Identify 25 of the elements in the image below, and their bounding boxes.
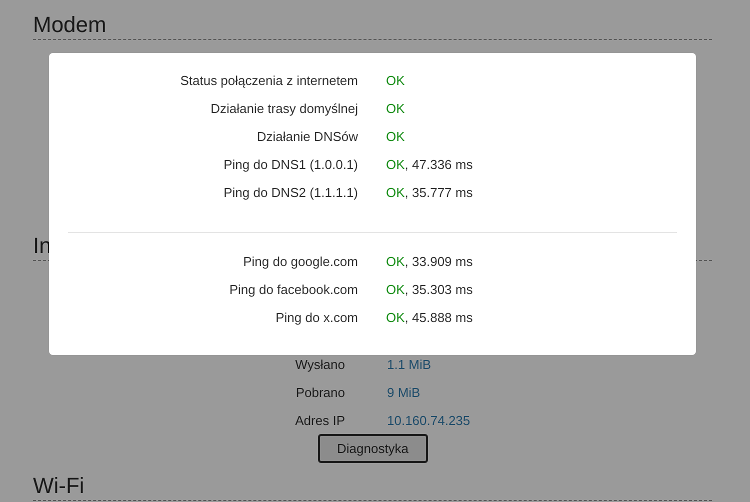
check-label: Ping do DNS1 (1.0.0.1) [224, 156, 358, 174]
detail-value: 9 MiB [387, 384, 420, 402]
check-result: OK, 35.777 ms [386, 184, 473, 202]
check-result: OK, 33.909 ms [386, 253, 473, 271]
detail-value: 10.160.74.235 [387, 412, 470, 430]
section-heading: Wi-Fi [33, 473, 712, 501]
check-result: OK, 35.303 ms [386, 281, 473, 299]
check-label: Ping do facebook.com [229, 281, 358, 299]
diagnostics-button[interactable]: Diagnostyka [318, 434, 428, 463]
check-label: Działanie trasy domyślnej [210, 100, 358, 118]
check-result: OK [386, 72, 405, 90]
check-result: OK [386, 128, 405, 146]
check-label: Działanie DNSów [256, 128, 358, 146]
detail-label: Pobrano [296, 384, 345, 402]
check-result: OK, 47.336 ms [386, 156, 473, 174]
check-label: Ping do DNS2 (1.1.1.1) [224, 184, 358, 202]
check-label: Ping do google.com [243, 253, 358, 271]
check-result: OK [386, 100, 405, 118]
detail-label: Adres IP [295, 412, 345, 430]
check-label: Ping do x.com [276, 309, 358, 327]
check-label: Status połączenia z internetem [180, 72, 358, 90]
detail-label: Wysłano [295, 356, 345, 374]
check-result: OK, 45.888 ms [386, 309, 473, 327]
section-heading: Modem [33, 12, 712, 40]
detail-value: 1.1 MiB [387, 356, 432, 374]
